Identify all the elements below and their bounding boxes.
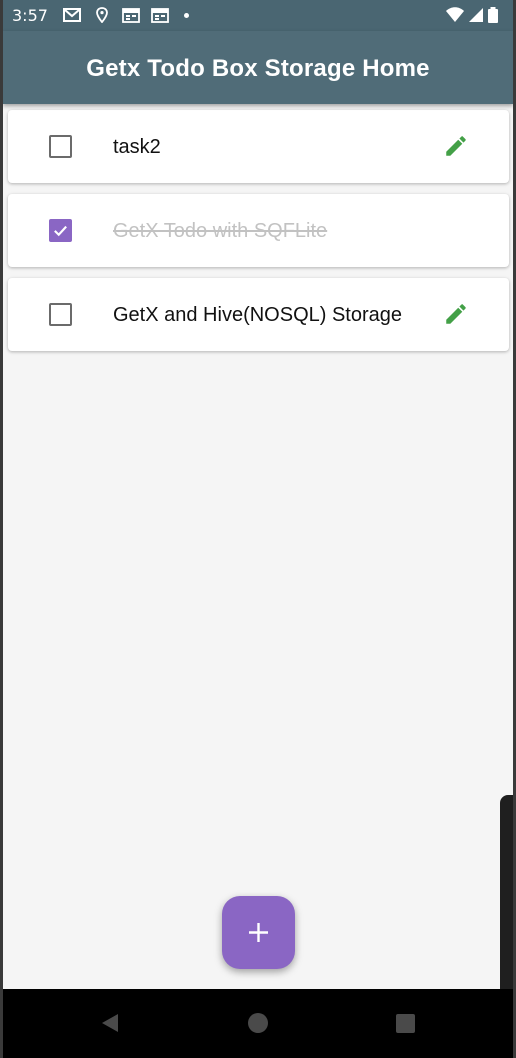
location-pin-icon (93, 7, 111, 23)
calendar-icon (151, 7, 169, 23)
gmail-icon (63, 7, 81, 23)
scroll-handle[interactable] (500, 795, 513, 1011)
todo-list: task2 GetX Todo with SQFLite GetX and Hi… (8, 110, 509, 362)
app-screen: 3:57 Getx Todo Box Storage Home task2 Ge… (3, 0, 513, 1058)
todo-item[interactable]: GetX Todo with SQFLite (8, 194, 509, 267)
back-icon[interactable] (97, 1009, 125, 1037)
todo-label: GetX Todo with SQFLite (113, 220, 328, 242)
todo-item[interactable]: GetX and Hive(NOSQL) Storage (8, 278, 509, 351)
page-title: Getx Todo Box Storage Home (86, 55, 430, 82)
todo-label: GetX and Hive(NOSQL) Storage (113, 304, 403, 326)
todo-checkbox[interactable] (49, 135, 72, 158)
todo-item[interactable]: task2 (8, 110, 509, 183)
calendar-icon (122, 7, 140, 23)
todo-label: task2 (113, 136, 161, 158)
wifi-icon (446, 7, 464, 23)
home-icon[interactable] (244, 1009, 272, 1037)
add-todo-button[interactable] (222, 896, 295, 969)
recents-icon[interactable] (391, 1009, 419, 1037)
status-bar: 3:57 (3, 0, 513, 31)
system-nav-bar (3, 989, 513, 1058)
edit-pencil-icon[interactable] (443, 301, 469, 327)
battery-icon (487, 7, 499, 23)
notification-dot-icon (184, 13, 189, 18)
edit-pencil-icon[interactable] (443, 133, 469, 159)
todo-checkbox-checked[interactable] (49, 219, 72, 242)
signal-icon (466, 7, 484, 23)
plus-icon (249, 923, 268, 942)
checkmark-icon (54, 225, 67, 237)
todo-checkbox[interactable] (49, 303, 72, 326)
status-time: 3:57 (12, 6, 48, 25)
app-bar: Getx Todo Box Storage Home (3, 31, 513, 104)
